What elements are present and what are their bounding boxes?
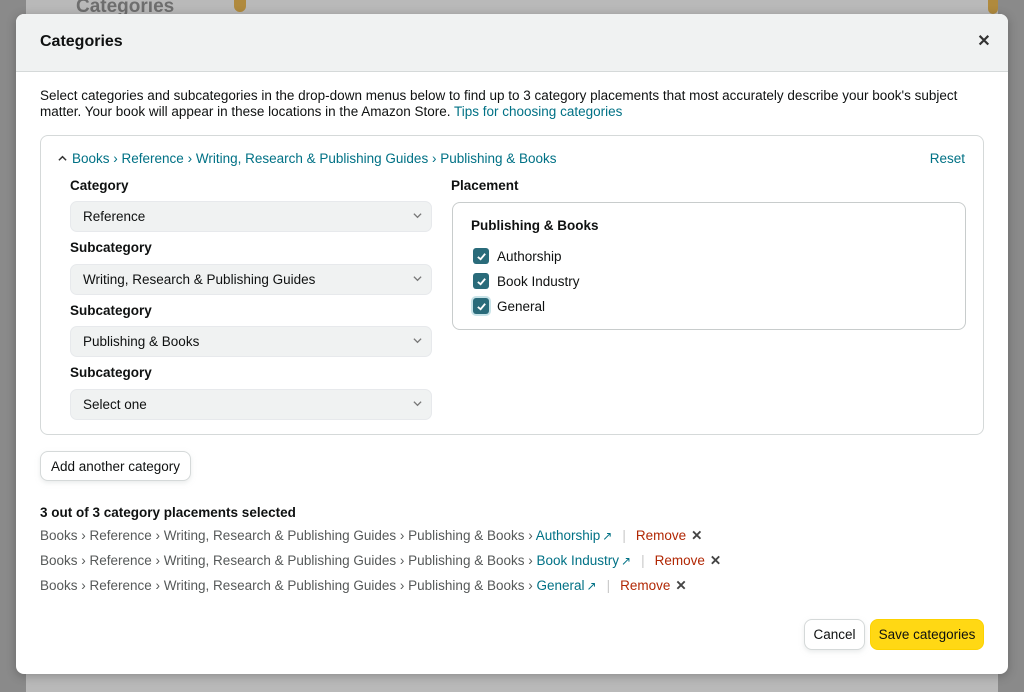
chevron-down-icon: [413, 213, 422, 219]
placement-checkbox-book-industry[interactable]: Book Industry: [473, 272, 580, 290]
chevron-down-icon: [413, 401, 422, 407]
external-link-icon[interactable]: ↗: [587, 579, 597, 593]
close-icon[interactable]: ✕: [710, 553, 721, 568]
external-link-icon[interactable]: ↗: [621, 554, 631, 568]
subcategory-select-3[interactable]: Select one: [70, 389, 432, 420]
breadcrumb-books[interactable]: Books: [72, 151, 110, 166]
close-icon[interactable]: ✕: [691, 528, 702, 543]
checkbox-checked-icon[interactable]: [473, 298, 489, 314]
background-decoration: [234, 0, 246, 12]
remove-button[interactable]: Remove: [620, 578, 670, 593]
remove-button[interactable]: Remove: [655, 553, 705, 568]
category-select-value: Reference: [83, 209, 146, 224]
save-categories-button[interactable]: Save categories: [870, 619, 984, 650]
chevron-down-icon: [413, 276, 422, 282]
placement-checkbox-authorship[interactable]: Authorship: [473, 247, 562, 265]
placement-panel: Publishing & Books Authorship Book Indus…: [452, 202, 966, 330]
separator: |: [641, 553, 645, 568]
reset-link[interactable]: Reset: [930, 151, 965, 166]
placement-checkbox-general[interactable]: General: [473, 297, 545, 315]
remove-button[interactable]: Remove: [636, 528, 686, 543]
separator: |: [622, 528, 626, 543]
breadcrumb-publishing[interactable]: Publishing & Books: [440, 151, 556, 166]
subcategory-label: Subcategory: [70, 365, 152, 380]
chevron-up-icon[interactable]: [58, 151, 67, 166]
breadcrumb-reference[interactable]: Reference: [122, 151, 184, 166]
checkbox-label: Book Industry: [497, 273, 580, 289]
checkbox-checked-icon[interactable]: [473, 248, 489, 264]
checkbox-label: Authorship: [497, 248, 562, 264]
subcategory-select-1[interactable]: Writing, Research & Publishing Guides: [70, 264, 432, 295]
placement-title: Publishing & Books: [471, 218, 599, 233]
placement-path: Books › Reference › Writing, Research & …: [40, 528, 536, 543]
intro-text: Select categories and subcategories in t…: [40, 88, 980, 120]
breadcrumb-sep: ›: [428, 151, 441, 166]
category-select[interactable]: Reference: [70, 201, 432, 232]
external-link-icon[interactable]: ↗: [602, 529, 612, 543]
modal-header: Categories ✕: [16, 14, 1008, 72]
subcategory-select-value: Publishing & Books: [83, 334, 200, 349]
tips-link[interactable]: Tips for choosing categories: [454, 104, 622, 119]
checkbox-checked-icon[interactable]: [473, 273, 489, 289]
close-icon[interactable]: ✕: [974, 32, 994, 52]
subcategory-label: Subcategory: [70, 303, 152, 318]
subcategory-select-value: Select one: [83, 397, 147, 412]
selected-placement-row: Books › Reference › Writing, Research & …: [40, 552, 721, 570]
placement-label: Placement: [451, 178, 519, 193]
subcategory-label: Subcategory: [70, 240, 152, 255]
subcategory-select-2[interactable]: Publishing & Books: [70, 326, 432, 357]
summary-title: 3 out of 3 category placements selected: [40, 505, 296, 520]
add-another-category-button[interactable]: Add another category: [40, 451, 191, 481]
subcategory-select-value: Writing, Research & Publishing Guides: [83, 272, 316, 287]
placement-leaf-link[interactable]: General: [536, 578, 584, 593]
placement-path: Books › Reference › Writing, Research & …: [40, 578, 537, 593]
separator: |: [606, 578, 611, 593]
checkbox-label: General: [497, 298, 546, 314]
category-editor: Books › Reference › Writing, Research & …: [40, 135, 984, 435]
breadcrumb: Books › Reference › Writing, Research & …: [58, 151, 557, 166]
selected-placement-row: Books › Reference › Writing, Research & …: [40, 527, 702, 545]
cancel-button[interactable]: Cancel: [804, 619, 865, 650]
category-label: Category: [70, 178, 129, 193]
placement-leaf-link[interactable]: Authorship: [536, 528, 601, 543]
modal-title: Categories: [40, 33, 123, 50]
background-decoration: [988, 0, 998, 14]
breadcrumb-sep: ›: [183, 151, 196, 166]
chevron-down-icon: [413, 338, 422, 344]
selected-placement-row: Books › Reference › Writing, Research & …: [40, 577, 687, 595]
placement-leaf-link[interactable]: Book Industry: [536, 553, 619, 568]
categories-modal: Categories ✕ Select categories and subca…: [16, 14, 1008, 674]
breadcrumb-writing[interactable]: Writing, Research & Publishing Guides: [196, 151, 428, 166]
close-icon[interactable]: ✕: [675, 578, 686, 593]
breadcrumb-sep: ›: [109, 151, 122, 166]
placement-path: Books › Reference › Writing, Research & …: [40, 553, 537, 568]
